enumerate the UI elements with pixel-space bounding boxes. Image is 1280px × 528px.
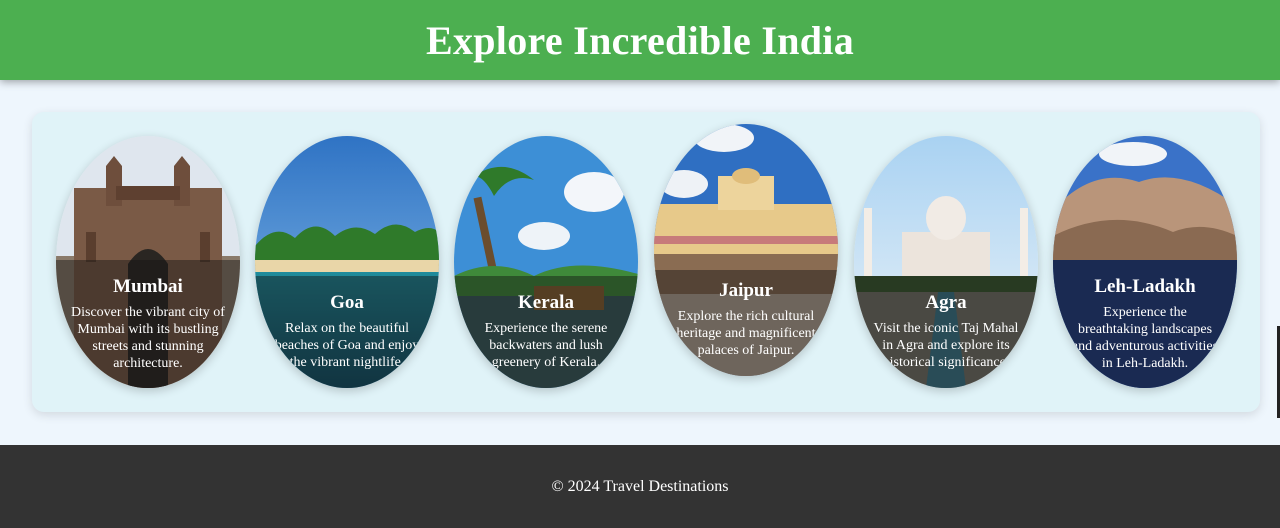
destination-name: Jaipur <box>719 280 773 301</box>
site-footer: © 2024 Travel Destinations <box>0 445 1280 528</box>
card-overlay: Mumbai Discover the vibrant city of Mumb… <box>56 260 240 388</box>
destination-name: Kerala <box>518 292 574 313</box>
site-header: Explore Incredible India <box>0 0 1280 80</box>
destination-description: Relax on the beautiful beaches of Goa an… <box>274 321 420 370</box>
destination-name: Mumbai <box>113 276 183 297</box>
destination-description: Explore the rich cultural heritage and m… <box>676 309 816 358</box>
destination-card-agra[interactable]: Agra Visit the iconic Taj Mahal in Agra … <box>854 136 1038 388</box>
destination-name: Goa <box>330 292 364 313</box>
card-overlay: Agra Visit the iconic Taj Mahal in Agra … <box>854 276 1038 388</box>
destination-card-mumbai[interactable]: Mumbai Discover the vibrant city of Mumb… <box>56 136 240 388</box>
destination-card-leh-ladakh[interactable]: Leh-Ladakh Experience the breathtaking l… <box>1053 136 1237 388</box>
card-overlay: Goa Relax on the beautiful beaches of Go… <box>255 276 439 388</box>
card-overlay: Kerala Experience the serene backwaters … <box>454 276 638 388</box>
card-overlay: Leh-Ladakh Experience the breathtaking l… <box>1053 260 1237 388</box>
destination-description: Experience the serene backwaters and lus… <box>484 321 608 370</box>
page-title: Explore Incredible India <box>425 17 855 63</box>
destination-name: Agra <box>925 292 967 313</box>
destination-description: Visit the iconic Taj Mahal in Agra and e… <box>873 321 1019 370</box>
destination-name: Leh-Ladakh <box>1094 276 1196 297</box>
destination-card-kerala[interactable]: Kerala Experience the serene backwaters … <box>454 136 638 388</box>
destination-description: Experience the breathtaking landscapes a… <box>1071 305 1219 371</box>
footer-copyright: © 2024 Travel Destinations <box>551 477 729 495</box>
destination-description: Discover the vibrant city of Mumbai with… <box>71 305 225 371</box>
destination-card-goa[interactable]: Goa Relax on the beautiful beaches of Go… <box>255 136 439 388</box>
destination-card-jaipur[interactable]: Jaipur Explore the rich cultural heritag… <box>654 124 838 376</box>
card-overlay: Jaipur Explore the rich cultural heritag… <box>654 270 838 376</box>
